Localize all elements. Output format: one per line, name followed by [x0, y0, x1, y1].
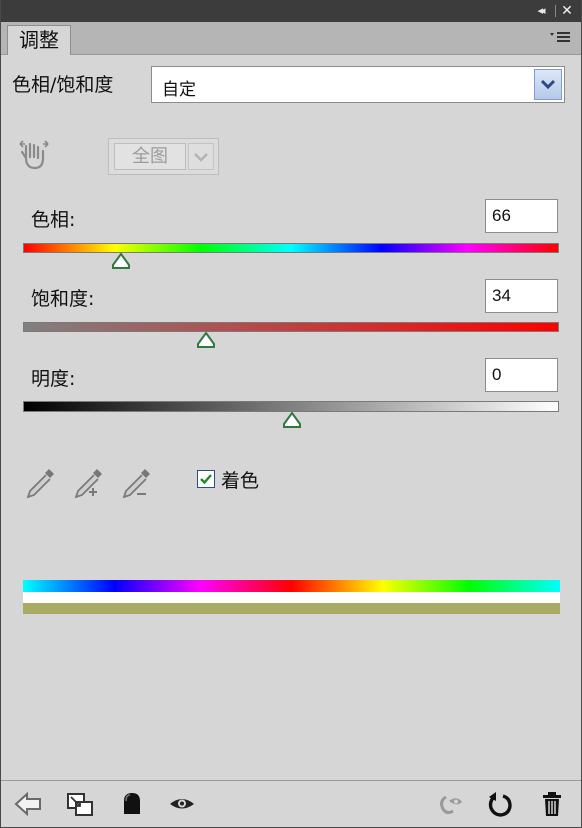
panel-footer: [1, 780, 581, 827]
preset-value: 自定: [162, 80, 196, 100]
hue-slider-track[interactable]: [23, 243, 559, 253]
preset-select[interactable]: 自定: [151, 66, 565, 103]
titlebar-divider: [555, 5, 556, 17]
tab-row: 调整: [1, 22, 581, 55]
chevron-down-icon: [540, 79, 556, 90]
chevron-down-icon: [194, 153, 208, 162]
mask-icon[interactable]: [117, 789, 147, 819]
collapse-icon[interactable]: ◂◂: [531, 3, 549, 19]
hue-input[interactable]: 66: [485, 199, 558, 233]
panel-titlebar: ◂◂ ✕: [1, 0, 581, 22]
close-icon[interactable]: ✕: [559, 2, 575, 20]
lightness-slider-thumb[interactable]: [282, 412, 302, 428]
reset-icon[interactable]: [485, 789, 515, 819]
input-hue-bar: [23, 580, 560, 592]
hand-icon[interactable]: [17, 138, 51, 172]
colorize-checkbox[interactable]: [197, 470, 215, 488]
checkmark-icon: [200, 474, 212, 485]
channel-select[interactable]: 全图: [108, 138, 219, 175]
preset-dropdown-button[interactable]: [534, 69, 562, 100]
colorize-label: 着色: [221, 470, 260, 492]
eyedropper-icon[interactable]: [23, 465, 57, 501]
saturation-label: 饱和度:: [31, 288, 95, 310]
tab-adjustments[interactable]: 调整: [7, 25, 71, 55]
saturation-slider-thumb[interactable]: [196, 332, 216, 348]
channel-dropdown-button[interactable]: [188, 143, 214, 170]
hue-bar-separator: [23, 592, 560, 603]
clip-to-layer-icon[interactable]: [65, 789, 95, 819]
arrow-left-icon[interactable]: [13, 789, 43, 819]
adjustments-panel: ◂◂ ✕ 调整 色相/饱和度 自定 全图 色相: 66 饱和度: 34 明度: …: [0, 0, 582, 828]
lightness-slider-track[interactable]: [23, 401, 559, 412]
saturation-slider-track[interactable]: [23, 322, 559, 332]
lightness-label: 明度:: [31, 368, 76, 390]
panel-menu-icon[interactable]: [549, 30, 571, 44]
lightness-input[interactable]: 0: [485, 358, 558, 392]
trash-icon[interactable]: [537, 789, 567, 819]
previous-state-icon[interactable]: [435, 789, 465, 819]
preset-label: 色相/饱和度: [12, 74, 114, 96]
eyedropper-minus-icon[interactable]: [119, 465, 153, 501]
eyedropper-plus-icon[interactable]: [71, 465, 105, 501]
hue-label: 色相:: [31, 209, 76, 231]
eye-icon[interactable]: [167, 789, 197, 819]
saturation-input[interactable]: 34: [485, 279, 558, 313]
output-hue-bar: [23, 603, 560, 614]
channel-value: 全图: [114, 143, 186, 170]
hue-slider-thumb[interactable]: [111, 253, 131, 269]
